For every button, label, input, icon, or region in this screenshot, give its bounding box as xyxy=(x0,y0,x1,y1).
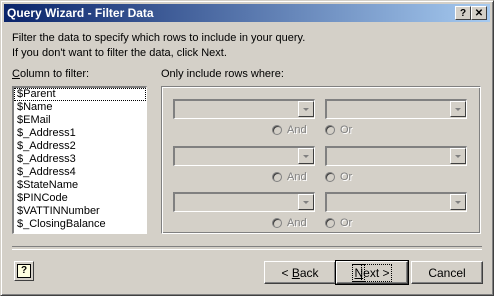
list-item[interactable]: $StateName xyxy=(14,179,146,192)
query-wizard-dialog: Query Wizard - Filter Data ? ✕ Filter th… xyxy=(0,0,494,296)
filter-label: Only include rows where: xyxy=(161,68,284,80)
titlebar-help-button[interactable]: ? xyxy=(455,6,471,20)
back-button[interactable]: < Back xyxy=(264,261,336,284)
and-label: And xyxy=(287,217,307,229)
list-item[interactable]: $EMail xyxy=(14,114,146,127)
window-title: Query Wizard - Filter Data xyxy=(7,6,154,20)
filter-operator-3[interactable] xyxy=(173,192,315,212)
next-label-rest: ext > xyxy=(361,263,392,282)
instruction-line-2: If you don't want to filter the data, cl… xyxy=(12,47,227,59)
radio-circle xyxy=(325,125,335,135)
radio-circle xyxy=(325,218,335,228)
list-item[interactable]: $_Address3 xyxy=(14,153,146,166)
and-radio-2[interactable]: And xyxy=(272,171,307,183)
and-radio-1[interactable]: And xyxy=(272,124,307,136)
back-label-rest: ack xyxy=(299,265,319,280)
list-item[interactable]: $_Address4 xyxy=(14,166,146,179)
list-item[interactable]: $_Address1 xyxy=(14,127,146,140)
list-item[interactable]: $Parent xyxy=(14,88,146,101)
title-bar: Query Wizard - Filter Data ? ✕ xyxy=(4,4,490,22)
or-radio-3[interactable]: Or xyxy=(325,217,352,229)
or-radio-1[interactable]: Or xyxy=(325,124,352,136)
close-icon[interactable]: ✕ xyxy=(471,6,487,20)
next-button[interactable]: Next > xyxy=(335,260,409,285)
chevron-down-icon[interactable] xyxy=(450,194,466,210)
list-item[interactable]: $_Address2 xyxy=(14,140,146,153)
divider xyxy=(12,246,482,250)
back-label: < Back xyxy=(281,266,318,280)
filter-value-2[interactable] xyxy=(325,146,467,166)
chevron-down-icon[interactable] xyxy=(450,148,466,164)
radio-circle xyxy=(272,172,282,182)
column-list[interactable]: $Parent $Name $EMail $_Address1 $_Addres… xyxy=(12,86,147,234)
chevron-down-icon[interactable] xyxy=(450,101,466,117)
and-label: And xyxy=(287,171,307,183)
next-label-hotkey: N xyxy=(352,263,366,282)
or-radio-2[interactable]: Or xyxy=(325,171,352,183)
instruction-line-1: Filter the data to specify which rows to… xyxy=(12,32,306,44)
and-label: And xyxy=(287,124,307,136)
list-item[interactable]: $PINCode xyxy=(14,192,146,205)
chevron-down-icon[interactable] xyxy=(298,101,314,117)
cancel-button[interactable]: Cancel xyxy=(411,261,483,284)
back-label-hotkey: B xyxy=(291,265,300,280)
column-label-hotkey: C xyxy=(12,68,20,80)
filter-conditions-group: And Or And Or And Or xyxy=(161,86,481,234)
list-item[interactable]: $VATTINNumber xyxy=(14,205,146,218)
filter-operator-1[interactable] xyxy=(173,99,315,119)
list-item[interactable]: $Name xyxy=(14,101,146,114)
radio-circle xyxy=(325,172,335,182)
next-label: Next > xyxy=(352,263,392,282)
column-to-filter-label: Column to filter: xyxy=(12,68,89,80)
column-label-rest: olumn to filter: xyxy=(19,68,90,80)
filter-value-1[interactable] xyxy=(325,99,467,119)
help-icon-glyph: ? xyxy=(17,264,31,278)
filter-value-3[interactable] xyxy=(325,192,467,212)
list-item[interactable]: $_ClosingBalance xyxy=(14,218,146,231)
radio-circle xyxy=(272,125,282,135)
chevron-down-icon[interactable] xyxy=(298,148,314,164)
help-icon[interactable]: ? xyxy=(14,261,34,281)
or-label: Or xyxy=(340,124,353,136)
back-label-prefix: < xyxy=(281,265,292,280)
chevron-down-icon[interactable] xyxy=(298,194,314,210)
radio-circle xyxy=(272,218,282,228)
and-radio-3[interactable]: And xyxy=(272,217,307,229)
or-label: Or xyxy=(340,217,353,229)
filter-operator-2[interactable] xyxy=(173,146,315,166)
or-label: Or xyxy=(340,171,353,183)
